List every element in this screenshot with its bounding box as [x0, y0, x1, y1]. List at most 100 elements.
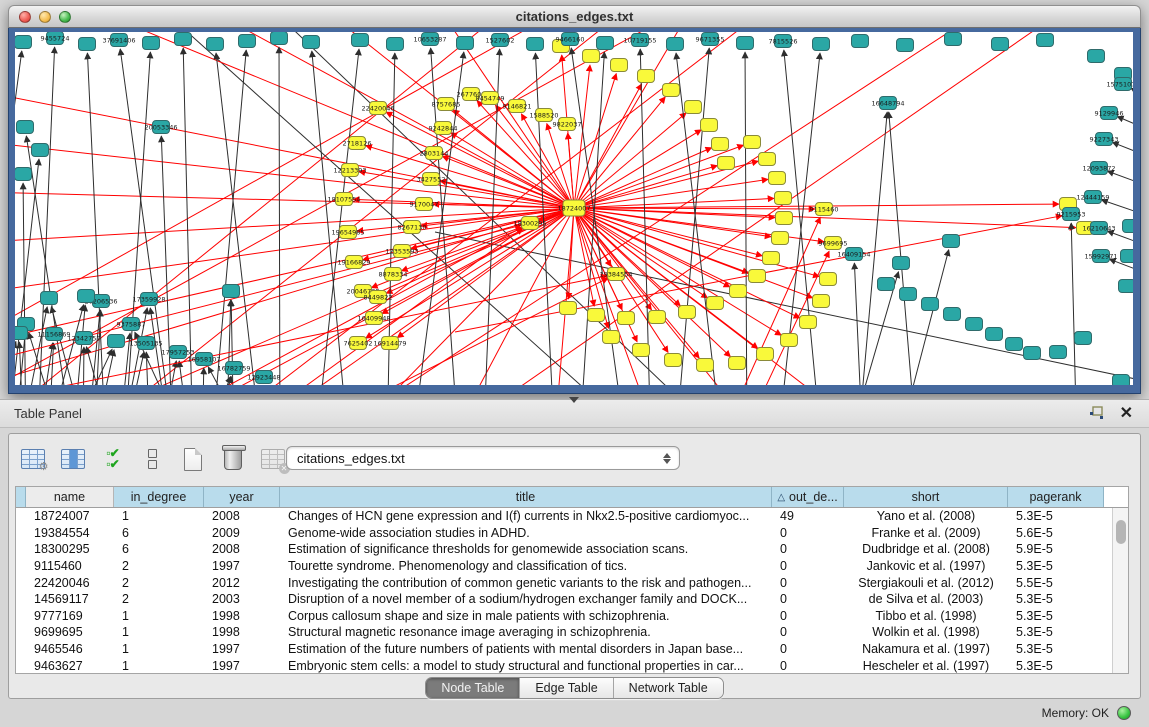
table-cell[interactable]: 19384554	[26, 526, 114, 540]
table-row[interactable]: 946554611997Estimation of the future num…	[16, 641, 1128, 658]
graph-node[interactable]	[763, 252, 780, 265]
graph-node[interactable]	[707, 297, 724, 310]
graph-node[interactable]	[922, 298, 939, 311]
table-cell[interactable]: 0	[772, 625, 844, 639]
table-cell[interactable]: 18724007	[26, 509, 114, 523]
graph-node[interactable]	[108, 335, 125, 348]
graph-node[interactable]	[679, 306, 696, 319]
table-cell[interactable]: 5.5E-5	[1008, 576, 1104, 590]
graph-node[interactable]	[649, 311, 666, 324]
table-cell[interactable]: Yano et al. (2008)	[844, 509, 1008, 523]
graph-node[interactable]	[597, 37, 614, 50]
table-row[interactable]: 1456911722003Disruption of a novel membe…	[16, 591, 1128, 608]
graph-node[interactable]	[32, 144, 49, 157]
table-cell[interactable]: Tibbo et al. (1998)	[844, 609, 1008, 623]
table-cell[interactable]: 1998	[204, 625, 280, 639]
graph-node[interactable]	[852, 35, 869, 48]
citation-graph[interactable]: 1872400718300295193845549115460969969522…	[15, 32, 1133, 385]
table-cell[interactable]: 5.3E-5	[1008, 642, 1104, 656]
graph-node[interactable]	[1113, 375, 1130, 386]
graph-node[interactable]: 18107554	[327, 193, 360, 206]
graph-node[interactable]	[878, 278, 895, 291]
graph-node[interactable]	[776, 212, 793, 225]
graph-node[interactable]	[15, 168, 32, 181]
graph-node[interactable]	[665, 354, 682, 367]
graph-node[interactable]	[712, 138, 729, 151]
network-canvas[interactable]: 1872400718300295193845549115460969969522…	[15, 32, 1133, 385]
graph-node[interactable]	[457, 37, 474, 50]
graph-node[interactable]	[207, 38, 224, 51]
graph-node[interactable]	[633, 344, 650, 357]
table-cell[interactable]: 2	[114, 576, 204, 590]
graph-node[interactable]: 9227343	[1090, 133, 1119, 146]
table-cell[interactable]: 2009	[204, 526, 280, 540]
table-settings-icon[interactable]: ⚙	[19, 446, 46, 473]
graph-node[interactable]	[759, 153, 776, 166]
table-cell[interactable]: 18300295	[26, 542, 114, 556]
column-header-title[interactable]: title	[280, 487, 772, 507]
table-cell[interactable]: 9699695	[26, 625, 114, 639]
graph-node[interactable]: 10653287	[413, 33, 446, 46]
float-panel-icon[interactable]	[1088, 406, 1106, 422]
table-cell[interactable]: Changes of HCN gene expression and I(f) …	[280, 509, 772, 523]
table-cell[interactable]: 1997	[204, 659, 280, 673]
graph-node[interactable]	[588, 309, 605, 322]
graph-node[interactable]	[781, 334, 798, 347]
graph-node[interactable]: 16914479	[373, 337, 406, 350]
graph-node[interactable]	[223, 285, 240, 298]
graph-node[interactable]	[772, 232, 789, 245]
graph-node[interactable]	[744, 136, 761, 149]
graph-node[interactable]	[1075, 332, 1092, 345]
table-cell[interactable]: 1997	[204, 642, 280, 656]
column-header-name[interactable]: name	[26, 487, 114, 507]
table-cell[interactable]: Wolkin et al. (1998)	[844, 625, 1008, 639]
graph-node[interactable]	[701, 119, 718, 132]
column-header-indegree[interactable]: in_degree	[114, 487, 204, 507]
column-header-short[interactable]: short	[844, 487, 1008, 507]
table-cell[interactable]: Disruption of a novel member of a sodium…	[280, 592, 772, 606]
graph-node[interactable]: 9170047	[410, 198, 439, 211]
graph-node[interactable]: 9455724	[41, 32, 70, 45]
column-header-pagerank[interactable]: pagerank	[1008, 487, 1104, 507]
graph-node[interactable]: 2803144	[420, 147, 449, 160]
table-scrollbar[interactable]	[1112, 508, 1128, 673]
graph-node[interactable]	[1123, 220, 1134, 233]
close-panel-icon[interactable]: ✕	[1120, 406, 1133, 422]
delete-table-icon[interactable]: ✕	[259, 446, 286, 473]
graph-node[interactable]: 13505135	[129, 337, 162, 350]
graph-node[interactable]	[78, 290, 95, 303]
graph-node[interactable]	[611, 59, 628, 72]
table-cell[interactable]: 2008	[204, 542, 280, 556]
table-cell[interactable]: 0	[772, 659, 844, 673]
table-cell[interactable]: 6	[114, 542, 204, 556]
graph-node[interactable]	[17, 121, 34, 134]
table-cell[interactable]: 1997	[204, 559, 280, 573]
graph-node[interactable]	[1006, 338, 1023, 351]
graph-node[interactable]: 16782759	[217, 362, 250, 375]
table-cell[interactable]: Estimation of significance thresholds fo…	[280, 542, 772, 556]
graph-node[interactable]: 9375887	[117, 318, 146, 331]
graph-node[interactable]	[730, 285, 747, 298]
table-cell[interactable]: 0	[772, 642, 844, 656]
table-cell[interactable]: 1	[114, 659, 204, 673]
graph-node[interactable]	[966, 318, 983, 331]
table-cell[interactable]: 5.3E-5	[1008, 625, 1104, 639]
graph-node[interactable]	[1119, 280, 1134, 293]
graph-node[interactable]: 7625402	[344, 337, 373, 350]
table-cell[interactable]: Dudbridge et al. (2008)	[844, 542, 1008, 556]
graph-node[interactable]: 3427552	[417, 173, 446, 186]
table-cell[interactable]: Nakamura et al. (1997)	[844, 642, 1008, 656]
column-header-outde[interactable]: △out_de...	[772, 487, 844, 507]
table-cell[interactable]: 0	[772, 592, 844, 606]
graph-node[interactable]	[638, 70, 655, 83]
window-titlebar[interactable]: citations_edges.txt	[8, 5, 1141, 28]
graph-node[interactable]: 17359928	[132, 293, 165, 306]
graph-node[interactable]: 9146821	[503, 100, 532, 113]
table-cell[interactable]: Estimation of the future numbers of pati…	[280, 642, 772, 656]
graph-node[interactable]	[79, 38, 96, 51]
graph-node[interactable]: 7815526	[769, 35, 798, 48]
table-cell[interactable]: Corpus callosum shape and size in male p…	[280, 609, 772, 623]
table-cell[interactable]: 5.3E-5	[1008, 659, 1104, 673]
table-cell[interactable]: Tourette syndrome. Phenomenology and cla…	[280, 559, 772, 573]
table-cell[interactable]: 5.3E-5	[1008, 592, 1104, 606]
